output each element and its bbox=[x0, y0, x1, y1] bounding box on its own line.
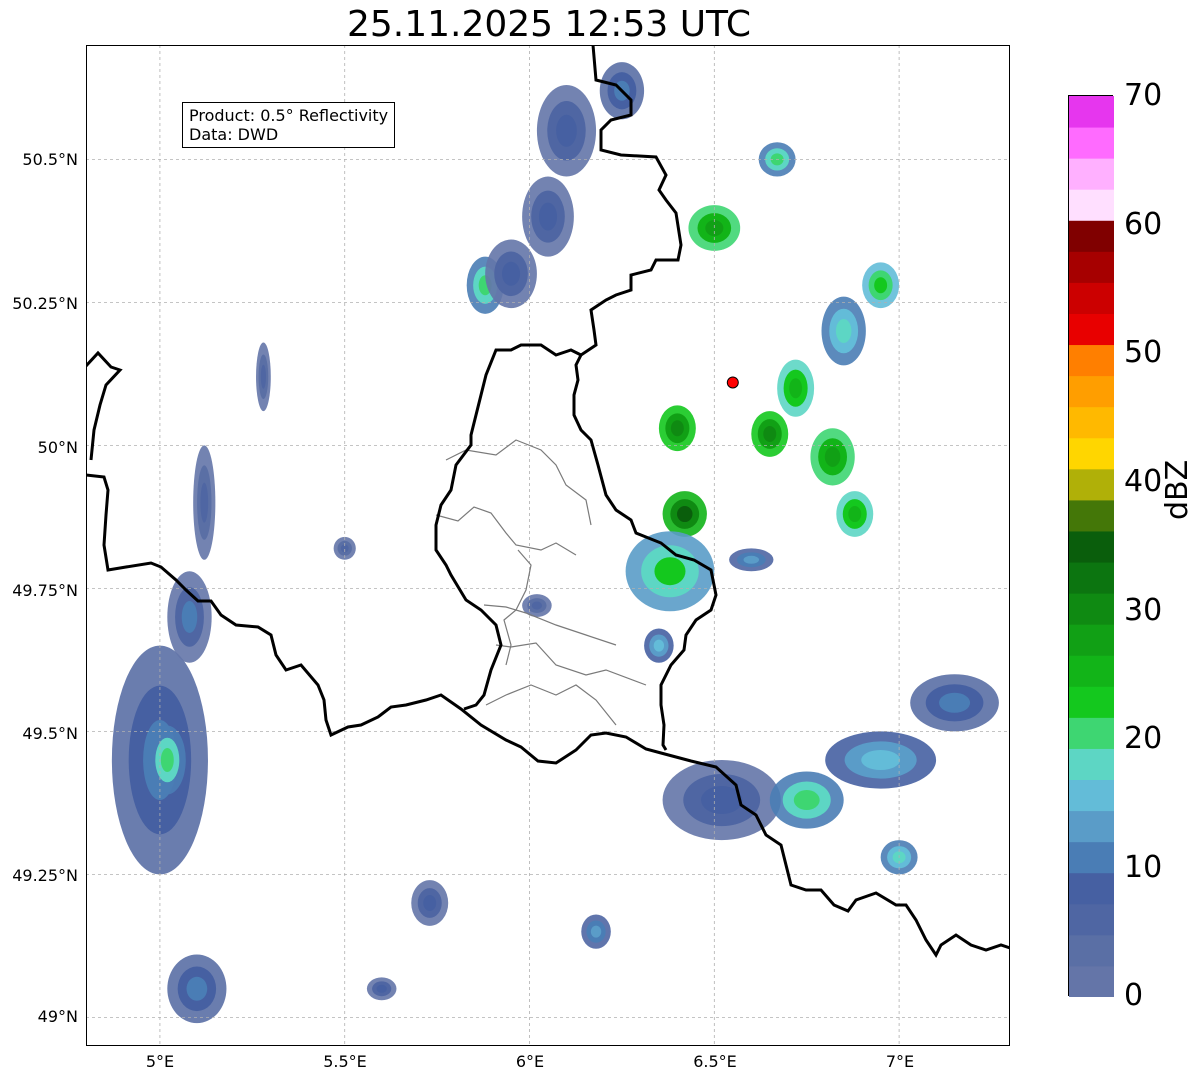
colorbar-swatch bbox=[1069, 437, 1114, 470]
colorbar-swatch bbox=[1069, 96, 1114, 128]
lat-label: 50.25°N bbox=[12, 294, 78, 313]
colorbar-swatch bbox=[1069, 282, 1114, 314]
colorbar-swatch bbox=[1069, 810, 1114, 843]
colorbar-swatch bbox=[1069, 965, 1114, 997]
reflectivity-echo bbox=[148, 725, 186, 795]
colorbar-swatch bbox=[1069, 468, 1114, 501]
reflectivity-echo bbox=[644, 628, 674, 663]
colorbar-tick: 60 bbox=[1124, 207, 1163, 242]
colorbar-tick: 50 bbox=[1124, 335, 1163, 370]
colorbar-swatch bbox=[1069, 499, 1114, 532]
reflectivity-echo bbox=[581, 914, 611, 949]
reflectivity-echo bbox=[729, 548, 774, 572]
reflectivity-echo bbox=[821, 296, 866, 366]
colorbar-swatch bbox=[1069, 127, 1114, 159]
colorbar-swatch bbox=[1069, 748, 1114, 781]
colorbar-tick: 30 bbox=[1124, 593, 1163, 628]
reflectivity-echo bbox=[411, 880, 449, 926]
radar-map-canvas bbox=[86, 45, 1010, 1046]
lat-label: 49.5°N bbox=[22, 724, 78, 743]
reflectivity-echo bbox=[167, 571, 212, 663]
reflectivity-echo bbox=[658, 405, 696, 452]
reflectivity-echo bbox=[625, 531, 715, 612]
reflectivity-echo bbox=[662, 491, 707, 537]
reflectivity-echo bbox=[193, 445, 216, 560]
lon-label: 5°E bbox=[145, 1052, 175, 1071]
colorbar-swatch bbox=[1069, 313, 1114, 346]
lat-label: 49.25°N bbox=[12, 866, 78, 885]
colorbar-swatch bbox=[1069, 530, 1114, 563]
colorbar-tick: 0 bbox=[1124, 978, 1144, 1013]
colorbar-swatch bbox=[1069, 872, 1114, 905]
lat-label: 50.5°N bbox=[22, 150, 78, 169]
colorbar-swatch bbox=[1069, 903, 1114, 936]
colorbar-swatch bbox=[1069, 375, 1114, 408]
colorbar-swatch bbox=[1069, 406, 1114, 439]
colorbar-swatch bbox=[1069, 344, 1114, 377]
colorbar-swatch bbox=[1069, 779, 1114, 812]
colorbar-swatch bbox=[1069, 220, 1114, 252]
reflectivity-echo bbox=[536, 85, 597, 177]
reflectivity-echo bbox=[777, 359, 815, 417]
lat-label: 50°N bbox=[37, 438, 78, 457]
colorbar-swatches bbox=[1069, 96, 1114, 997]
lon-label: 5.5°E bbox=[323, 1052, 367, 1071]
colorbar-swatch bbox=[1069, 624, 1114, 656]
colorbar-swatch bbox=[1069, 562, 1114, 594]
dbz-colorbar bbox=[1068, 95, 1114, 997]
colorbar-tick: 20 bbox=[1124, 721, 1163, 756]
lat-label: 49.75°N bbox=[12, 581, 78, 600]
data-source-label: Data: DWD bbox=[189, 125, 279, 144]
reflectivity-echo bbox=[910, 674, 999, 732]
product-label: Product: 0.5° Reflectivity bbox=[189, 106, 389, 125]
radar-site-marker bbox=[726, 376, 739, 389]
colorbar-tick: 10 bbox=[1124, 850, 1163, 885]
colorbar-tick: 70 bbox=[1124, 78, 1163, 113]
reflectivity-echo bbox=[825, 731, 937, 789]
product-info-box: Product: 0.5° Reflectivity Data: DWD bbox=[182, 102, 396, 148]
colorbar-tick: 40 bbox=[1124, 464, 1163, 499]
radar-site-layer bbox=[726, 376, 739, 389]
reflectivity-echo bbox=[167, 954, 227, 1024]
colorbar-swatch bbox=[1069, 686, 1114, 718]
colorbar-swatch bbox=[1069, 593, 1114, 625]
colorbar-swatch bbox=[1069, 251, 1114, 283]
reflectivity-echo bbox=[862, 262, 900, 309]
lon-label: 6.5°E bbox=[693, 1052, 737, 1071]
lon-label: 6°E bbox=[515, 1052, 545, 1071]
colorbar-swatch bbox=[1069, 934, 1114, 967]
colorbar-swatch bbox=[1069, 158, 1114, 190]
lat-label: 49°N bbox=[37, 1007, 78, 1026]
map-title: 25.11.2025 12:53 UTC bbox=[346, 4, 752, 45]
radar-map[interactable]: Product: 0.5° Reflectivity Data: DWD bbox=[86, 45, 1010, 1046]
colorbar-swatch bbox=[1069, 189, 1114, 221]
reflectivity-echo bbox=[256, 342, 271, 412]
reflectivity-echo bbox=[366, 977, 397, 1001]
reflectivity-echo bbox=[751, 411, 789, 457]
colorbar-unit-label: dBZ bbox=[1160, 459, 1195, 520]
reflectivity-echo bbox=[810, 428, 855, 486]
colorbar-swatch bbox=[1069, 655, 1114, 687]
colorbar-swatch bbox=[1069, 841, 1114, 874]
reflectivity-echo bbox=[836, 491, 874, 537]
lon-label: 7°E bbox=[885, 1052, 915, 1071]
reflectivity-echo bbox=[769, 771, 844, 829]
colorbar-swatch bbox=[1069, 717, 1114, 749]
